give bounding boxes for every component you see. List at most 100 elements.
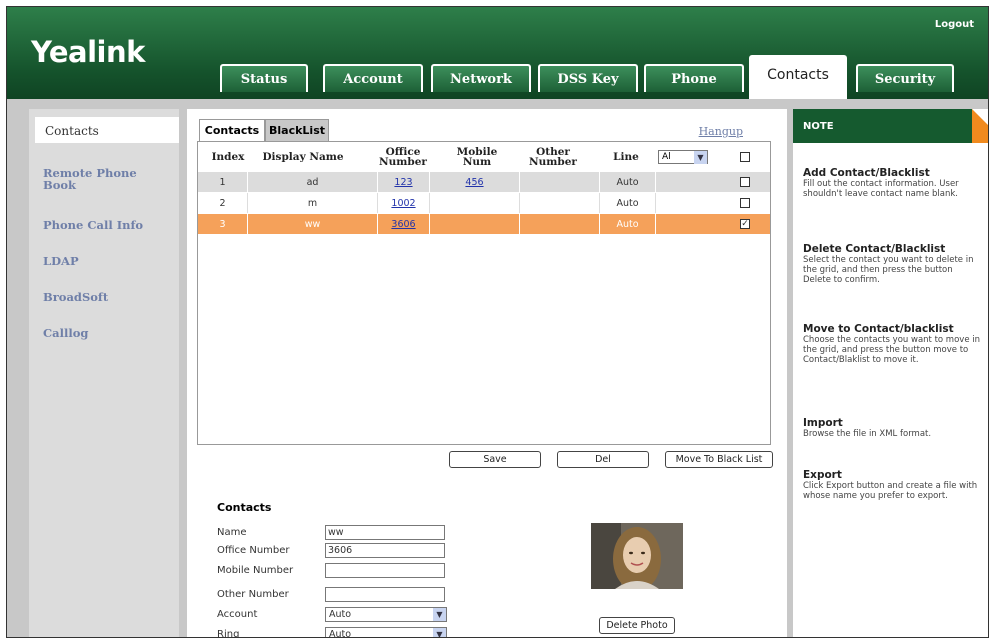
row-other-number <box>520 172 600 192</box>
office-number-label: Office Number <box>217 545 290 556</box>
mobile-number-field[interactable] <box>325 563 445 578</box>
note-section-title: Export <box>803 469 842 481</box>
contact-photo <box>591 523 683 589</box>
row-checkbox-checked[interactable]: ✓ <box>740 219 750 229</box>
other-number-field[interactable] <box>325 587 445 602</box>
table-row-selected[interactable]: 3 ww 3606 Auto ✓ <box>198 214 770 235</box>
row-display-name: ad <box>248 172 378 192</box>
row-office-number: 1002 <box>378 193 430 213</box>
main-panel: Contacts BlackList Hangup Index Display … <box>187 109 787 637</box>
chevron-down-icon: ▼ <box>433 628 446 637</box>
sidebar-item-ldap[interactable]: LDAP <box>43 255 173 267</box>
tab-account[interactable]: Account <box>323 64 423 92</box>
sidebar-item-calllog[interactable]: Calllog <box>43 327 173 339</box>
account-label: Account <box>217 609 258 620</box>
select-all-checkbox[interactable] <box>740 152 750 162</box>
table-row[interactable]: 1 ad 123 456 Auto <box>198 172 770 193</box>
yealink-logo: Yealink <box>31 35 145 69</box>
note-header: NOTE <box>793 109 988 143</box>
contacts-grid: Index Display Name Office Number Mobile … <box>197 141 771 445</box>
row-office-number: 123 <box>378 172 430 192</box>
note-section-title: Move to Contact/blacklist <box>803 323 954 335</box>
row-office-number: 3606 <box>378 214 430 234</box>
tab-contacts[interactable]: Contacts <box>749 55 847 99</box>
note-add-contact: Add Contact/Blacklist Fill out the conta… <box>803 167 983 199</box>
grid-header: Index Display Name Office Number Mobile … <box>198 142 770 172</box>
sidebar-item-remote-phone-book[interactable]: Remote Phone Book <box>43 167 173 191</box>
account-select[interactable]: Auto ▼ <box>325 607 447 622</box>
office-number-link[interactable]: 3606 <box>391 219 415 230</box>
header-bar: Yealink Logout Status Account Network DS… <box>7 7 988 99</box>
note-section-text: Select the contact you want to delete in… <box>803 255 974 285</box>
row-index: 1 <box>198 172 248 192</box>
note-move-contact: Move to Contact/blacklist Choose the con… <box>803 323 983 365</box>
row-line: Auto <box>600 172 656 192</box>
note-section-title: Add Contact/Blacklist <box>803 167 930 179</box>
row-checkbox-cell <box>656 193 770 213</box>
note-section-text: Choose the contacts you want to move in … <box>803 335 981 365</box>
del-button[interactable]: Del <box>557 451 649 468</box>
sidebar-item-phone-call-info[interactable]: Phone Call Info <box>43 219 173 231</box>
mobile-number-link[interactable]: 456 <box>465 177 483 188</box>
row-checkbox-cell: ✓ <box>656 214 770 234</box>
web-admin-window: Yealink Logout Status Account Network DS… <box>6 6 989 638</box>
row-index: 2 <box>198 193 248 213</box>
note-export: Export Click Export button and create a … <box>803 469 983 501</box>
line-filter-select[interactable]: Al ▼ <box>658 150 708 164</box>
office-number-field[interactable]: 3606 <box>325 543 445 558</box>
save-button[interactable]: Save <box>449 451 541 468</box>
header-office-number: Office Number <box>379 146 427 168</box>
note-section-text: Fill out the contact information. User s… <box>803 179 959 199</box>
tab-network[interactable]: Network <box>431 64 531 92</box>
move-to-blacklist-button[interactable]: Move To Black List <box>665 451 773 468</box>
sidebar-item-broadsoft[interactable]: BroadSoft <box>43 291 173 303</box>
table-row[interactable]: 2 m 1002 Auto <box>198 193 770 214</box>
header-index: Index <box>211 151 245 163</box>
note-import: Import Browse the file in XML format. <box>803 417 983 439</box>
ring-select[interactable]: Auto ▼ <box>325 627 447 637</box>
row-other-number <box>520 193 600 213</box>
sidebar-item-contacts[interactable]: Contacts <box>35 117 179 143</box>
delete-photo-button[interactable]: Delete Photo <box>599 617 675 634</box>
row-mobile-num <box>430 214 520 234</box>
note-panel: NOTE Add Contact/Blacklist Fill out the … <box>793 109 988 637</box>
subtab-blacklist[interactable]: BlackList <box>265 119 329 141</box>
mobile-number-label: Mobile Number <box>217 565 294 576</box>
name-field[interactable]: ww <box>325 525 445 540</box>
logout-link[interactable]: Logout <box>935 19 974 30</box>
row-checkbox[interactable] <box>740 198 750 208</box>
note-corner-fold <box>972 109 988 125</box>
office-number-link[interactable]: 123 <box>394 177 412 188</box>
row-checkbox-cell <box>656 172 770 192</box>
row-line: Auto <box>600 193 656 213</box>
hangup-link[interactable]: Hangup <box>699 125 743 138</box>
row-mobile-num: 456 <box>430 172 520 192</box>
note-section-title: Import <box>803 417 843 429</box>
contact-photo-image <box>591 523 683 589</box>
tab-status[interactable]: Status <box>220 64 308 92</box>
office-number-link[interactable]: 1002 <box>391 198 415 209</box>
ring-label: Ring <box>217 629 240 638</box>
header-display-name: Display Name <box>262 151 344 163</box>
chevron-down-icon: ▼ <box>694 151 707 164</box>
note-delete-contact: Delete Contact/Blacklist Select the cont… <box>803 243 983 285</box>
chevron-down-icon: ▼ <box>433 608 446 621</box>
content-area: Contacts Remote Phone Book Phone Call In… <box>7 99 988 637</box>
tab-dss-key[interactable]: DSS Key <box>538 64 638 92</box>
name-label: Name <box>217 527 247 538</box>
row-display-name: ww <box>248 214 378 234</box>
tab-phone[interactable]: Phone <box>644 64 744 92</box>
note-section-title: Delete Contact/Blacklist <box>803 243 946 255</box>
note-section-text: Browse the file in XML format. <box>803 429 932 439</box>
sidebar: Contacts Remote Phone Book Phone Call In… <box>29 109 179 637</box>
other-number-label: Other Number <box>217 589 289 600</box>
row-other-number <box>520 214 600 234</box>
row-display-name: m <box>248 193 378 213</box>
tab-security[interactable]: Security <box>856 64 954 92</box>
row-line: Auto <box>600 214 656 234</box>
subtab-contacts[interactable]: Contacts <box>199 119 265 141</box>
header-line: Line <box>613 151 639 163</box>
note-title: NOTE <box>803 121 834 132</box>
row-index: 3 <box>198 214 248 234</box>
row-checkbox[interactable] <box>740 177 750 187</box>
